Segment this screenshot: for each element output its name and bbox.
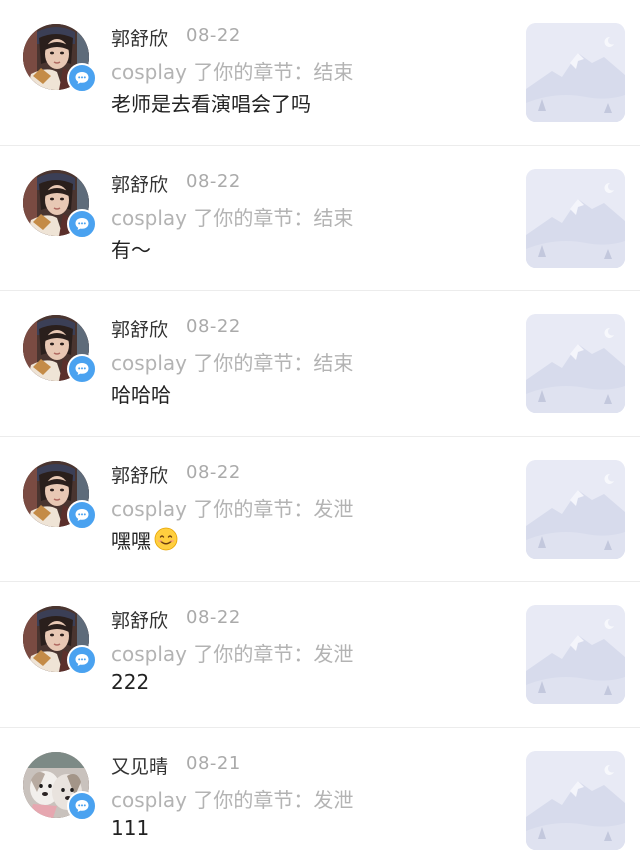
- comment-body: 哈哈哈: [111, 383, 171, 407]
- notification-date: 08-22: [186, 607, 241, 628]
- action-text: cosplay 了你的章节：发泄: [111, 787, 354, 812]
- comment-body: 老师是去看演唱会了吗: [111, 92, 311, 116]
- user-name[interactable]: 郭舒欣: [111, 170, 168, 197]
- chapter-thumbnail[interactable]: [526, 314, 625, 413]
- comment-text: 哈哈哈: [111, 379, 171, 408]
- notification-date: 08-22: [186, 316, 241, 337]
- comment-bubble-icon: [67, 645, 97, 675]
- comment-bubble-icon: [67, 354, 97, 384]
- user-name[interactable]: 郭舒欣: [111, 606, 168, 633]
- notification-row[interactable]: 又见晴 08-21 cosplay 了你的章节：发泄 111: [0, 728, 640, 854]
- notification-list: 郭舒欣 08-22 cosplay 了你的章节：结束 老师是去看演唱会了吗 郭舒…: [0, 0, 640, 854]
- action-text: cosplay 了你的章节：结束: [111, 205, 354, 230]
- action-text: cosplay 了你的章节：结束: [111, 351, 354, 375]
- chapter-thumbnail[interactable]: [526, 23, 625, 122]
- user-name[interactable]: 郭舒欣: [111, 461, 168, 488]
- user-avatar[interactable]: [23, 460, 97, 530]
- comment-text: 有～: [111, 234, 151, 263]
- comment-body: 有～: [111, 237, 151, 262]
- comment-body: 222: [111, 670, 150, 694]
- chapter-thumbnail[interactable]: [526, 750, 625, 850]
- user-avatar[interactable]: [23, 315, 97, 384]
- user-avatar[interactable]: [23, 606, 97, 675]
- notification-row[interactable]: 郭舒欣 08-22 cosplay 了你的章节：发泄 嘿嘿: [0, 437, 640, 582]
- user-avatar[interactable]: [23, 24, 97, 93]
- user-name[interactable]: 郭舒欣: [111, 315, 168, 342]
- action-text: cosplay 了你的章节：发泄: [111, 642, 354, 666]
- chapter-thumbnail[interactable]: [526, 605, 625, 704]
- user-name[interactable]: 郭舒欣: [111, 24, 168, 51]
- notification-date: 08-22: [186, 461, 241, 483]
- comment-body: 111: [111, 815, 150, 840]
- comment-bubble-icon: [67, 790, 97, 821]
- notification-date: 08-21: [186, 752, 241, 774]
- comment-bubble-icon: [67, 63, 97, 93]
- comment-bubble-icon: [67, 208, 97, 239]
- user-avatar[interactable]: [23, 169, 97, 239]
- comment-text: 老师是去看演唱会了吗: [111, 88, 311, 117]
- chapter-thumbnail[interactable]: [526, 168, 625, 268]
- chapter-thumbnail[interactable]: [526, 459, 625, 559]
- comment-text: 222: [111, 670, 149, 694]
- notification-date: 08-22: [186, 170, 241, 192]
- action-text: cosplay 了你的章节：结束: [111, 60, 354, 84]
- notification-date: 08-22: [186, 25, 241, 46]
- smiling-face-emoji: [154, 527, 178, 551]
- comment-body: 嘿嘿: [111, 528, 151, 553]
- user-name[interactable]: 又见晴: [111, 752, 168, 779]
- notification-row[interactable]: 郭舒欣 08-22 cosplay 了你的章节：结束 哈哈哈: [0, 291, 640, 437]
- notification-row[interactable]: 郭舒欣 08-22 cosplay 了你的章节：发泄 222: [0, 582, 640, 728]
- comment-text: 111: [111, 816, 149, 840]
- comment-text: 嘿嘿: [111, 525, 178, 554]
- notification-row[interactable]: 郭舒欣 08-22 cosplay 了你的章节：结束 老师是去看演唱会了吗: [0, 0, 640, 146]
- notification-row[interactable]: 郭舒欣 08-22 cosplay 了你的章节：结束 有～: [0, 146, 640, 291]
- action-text: cosplay 了你的章节：发泄: [111, 496, 354, 521]
- comment-bubble-icon: [67, 499, 97, 530]
- user-avatar[interactable]: [23, 751, 97, 821]
